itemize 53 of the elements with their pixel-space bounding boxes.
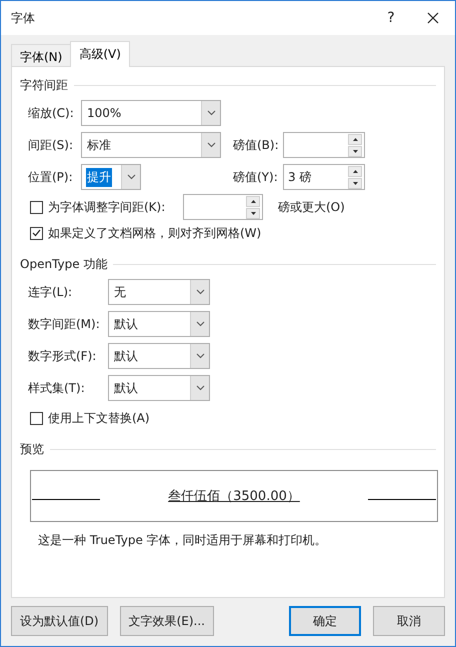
chevron-down-icon	[206, 142, 216, 148]
checkbox[interactable]	[30, 200, 43, 214]
field-label: 磅值(B):	[233, 136, 280, 154]
dropdown[interactable]: 提升	[81, 164, 141, 190]
field-label: 连字(L):	[28, 284, 74, 300]
field-label: 样式集(T):	[28, 380, 86, 396]
preview-text: 叁仟伍佰（3500.00）	[168, 488, 300, 505]
font-note: 这是一种 TrueType 字体，同时适用于屏幕和打印机。	[38, 532, 328, 549]
down-arrow-icon	[250, 212, 256, 214]
field-label: 磅值(Y):	[233, 168, 279, 186]
section-heading: 字符间距	[20, 77, 68, 94]
up-arrow-icon	[352, 138, 358, 140]
spin-field[interactable]: 3 磅	[283, 164, 365, 190]
spin-field[interactable]	[283, 132, 365, 158]
checkbox-label: 为字体调整字间距(K):	[48, 198, 166, 216]
field-label: 缩放(C):	[28, 104, 75, 122]
chevron-down-icon	[196, 321, 204, 327]
dialog-button[interactable]: 取消	[373, 606, 445, 636]
field-label: 位置(P):	[28, 168, 74, 186]
checkbox[interactable]	[30, 412, 43, 424]
spin-field[interactable]	[183, 194, 263, 220]
chevron-down-icon	[196, 289, 204, 295]
dropdown[interactable]: 默认	[108, 343, 210, 369]
up-arrow-icon	[250, 200, 256, 202]
chevron-down-icon	[126, 174, 136, 180]
chevron-down-icon	[196, 353, 204, 359]
section-heading: 预览	[20, 441, 44, 458]
checkbox-label: 如果定义了文档网格，则对齐到网格(W)	[48, 224, 262, 242]
help-button[interactable]: ?	[371, 10, 411, 26]
field-label: 数字间距(M):	[28, 316, 101, 332]
dropdown[interactable]: 默认	[108, 311, 210, 337]
dropdown[interactable]: 100%	[81, 100, 221, 126]
chevron-down-icon	[196, 385, 204, 391]
up-arrow-icon	[352, 170, 358, 172]
tab[interactable]: 字体(N)	[11, 44, 72, 66]
dropdown[interactable]: 标准	[81, 132, 221, 158]
section-heading: OpenType 功能	[20, 256, 108, 273]
down-arrow-icon	[352, 150, 358, 152]
checkbox[interactable]	[30, 226, 43, 240]
dialog-button[interactable]: 设为默认值(D)	[11, 606, 108, 636]
tab[interactable]: 高级(V)	[70, 41, 130, 67]
field-label: 间距(S):	[28, 136, 74, 154]
dialog-button[interactable]: 确定	[289, 606, 361, 636]
field-label: 磅或更大(O)	[278, 198, 345, 216]
dropdown[interactable]: 无	[108, 279, 210, 305]
field-label: 数字形式(F):	[28, 348, 98, 364]
window-title: 字体	[11, 10, 36, 26]
dialog-button[interactable]: 文字效果(E)...	[120, 606, 214, 636]
down-arrow-icon	[352, 182, 358, 184]
chevron-down-icon	[206, 110, 216, 116]
close-icon[interactable]	[427, 12, 439, 24]
checkbox-label: 使用上下文替换(A)	[48, 410, 150, 426]
dropdown[interactable]: 默认	[108, 375, 210, 401]
